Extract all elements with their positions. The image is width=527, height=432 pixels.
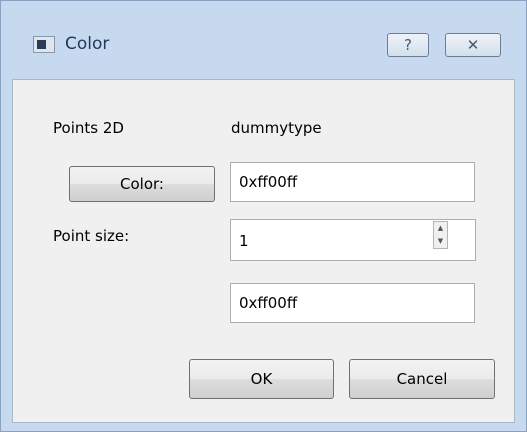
point-size-label: Point size: [53, 227, 130, 245]
close-button[interactable]: ✕ [445, 33, 501, 57]
cancel-button[interactable]: Cancel [349, 359, 495, 399]
color-button-label: Color: [120, 175, 164, 193]
window-title: Color [65, 34, 110, 54]
ok-button[interactable]: OK [189, 359, 334, 399]
color-hex-input[interactable]: 0xff00ff [230, 162, 475, 202]
help-icon: ? [404, 36, 412, 54]
title-bar[interactable]: Color ? ✕ [1, 1, 526, 79]
window-app-icon [33, 36, 55, 53]
help-button[interactable]: ? [387, 33, 429, 57]
second-color-input[interactable]: 0xff00ff [230, 283, 475, 323]
spin-up-icon[interactable]: ▲ [434, 222, 447, 235]
ok-button-label: OK [250, 370, 273, 388]
color-picker-button[interactable]: Color: [69, 166, 215, 202]
point-size-stepper[interactable]: ▲ ▼ [433, 221, 448, 249]
cancel-button-label: Cancel [396, 370, 448, 388]
type-label: Points 2D [53, 119, 124, 137]
color-dialog-window: Color ? ✕ Points 2D dummytype Color: 0xf… [0, 0, 527, 432]
type-value: dummytype [231, 119, 322, 137]
close-icon: ✕ [466, 36, 480, 54]
spin-down-icon[interactable]: ▼ [434, 235, 447, 248]
point-size-value: 1 [239, 232, 249, 250]
